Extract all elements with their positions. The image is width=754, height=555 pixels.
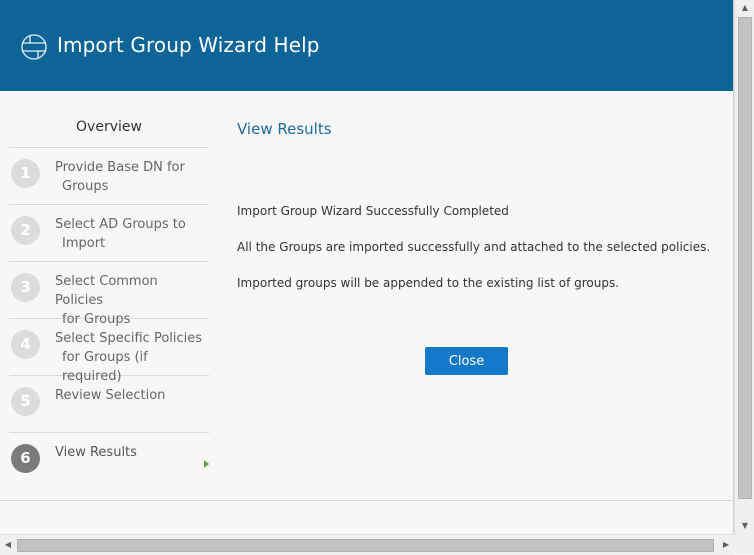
step-number: 4 — [11, 330, 40, 359]
success-message: Import Group Wizard Successfully Complet… — [237, 204, 509, 218]
step-label-line1: Select Specific Policies — [55, 331, 203, 346]
close-button[interactable]: Close — [425, 347, 508, 375]
step-label-line1: Select Common Policies — [55, 274, 158, 308]
wizard-steps-sidebar: Overview 1 Provide Base DN for Groups 2 … — [9, 110, 209, 489]
horizontal-scroll-thumb[interactable] — [17, 539, 714, 552]
step-3[interactable]: 3 Select Common Policies for Groups — [9, 262, 209, 327]
step-number: 6 — [11, 444, 40, 473]
step-2[interactable]: 2 Select AD Groups to Import — [9, 205, 209, 262]
globe-icon — [21, 34, 47, 60]
scroll-down-icon[interactable]: ▼ — [735, 518, 754, 534]
step-5[interactable]: 5 Review Selection — [9, 376, 209, 433]
vertical-scrollbar[interactable]: ▲ ▼ — [734, 0, 754, 534]
step-number: 2 — [11, 216, 40, 245]
scroll-up-icon[interactable]: ▲ — [735, 0, 754, 16]
section-title: View Results — [237, 120, 332, 138]
footer-divider — [0, 500, 733, 501]
info-message: Imported groups will be appended to the … — [237, 276, 620, 290]
step-label-line2: Groups — [62, 179, 109, 194]
scroll-right-icon[interactable]: ▶ — [718, 535, 734, 555]
step-label: Provide Base DN for Groups — [55, 158, 209, 196]
step-number: 1 — [11, 159, 40, 188]
step-label-line1: Provide Base DN for — [55, 160, 185, 175]
header-bar: Import Group Wizard Help — [0, 0, 733, 91]
scroll-left-icon[interactable]: ◀ — [0, 535, 16, 555]
help-window: Import Group Wizard Help Overview 1 Prov… — [0, 0, 734, 534]
vertical-scroll-thumb[interactable] — [738, 17, 752, 499]
results-panel: View Results Import Group Wizard Success… — [237, 120, 717, 290]
step-label: View Results — [55, 443, 209, 462]
overview-link[interactable]: Overview — [9, 110, 209, 148]
step-6-active[interactable]: 6 View Results — [9, 433, 209, 489]
step-1[interactable]: 1 Provide Base DN for Groups — [9, 148, 209, 205]
step-label-line2: Import — [62, 236, 106, 251]
step-number: 3 — [11, 273, 40, 302]
scrollbar-corner — [734, 534, 754, 554]
horizontal-scrollbar[interactable]: ◀ ▶ — [0, 534, 734, 555]
page-title: Import Group Wizard Help — [57, 33, 320, 57]
step-number: 5 — [11, 387, 40, 416]
info-message: All the Groups are imported successfully… — [237, 240, 711, 254]
step-label-line1: Review Selection — [55, 388, 166, 403]
step-label-line1: Select AD Groups to — [55, 217, 186, 232]
step-label: Select AD Groups to Import — [55, 215, 209, 253]
step-label-line1: View Results — [55, 445, 137, 460]
step-label: Review Selection — [55, 386, 209, 405]
active-step-arrow-icon — [204, 460, 209, 468]
step-4[interactable]: 4 Select Specific Policies for Groups (i… — [9, 319, 209, 384]
